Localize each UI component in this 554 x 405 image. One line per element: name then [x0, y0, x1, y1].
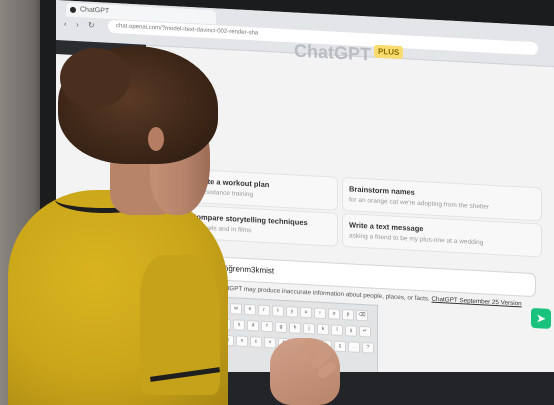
- keyboard-key[interactable]: r: [258, 304, 270, 317]
- keyboard-key[interactable]: ç: [334, 340, 346, 353]
- keyboard-key[interactable]: o: [328, 308, 340, 320]
- keyboard-key[interactable]: j: [303, 322, 315, 335]
- keyboard-key[interactable]: ⌫: [356, 309, 368, 322]
- keyboard-key[interactable]: .: [348, 341, 360, 353]
- back-arrow-icon[interactable]: ‹: [64, 19, 67, 28]
- keyboard-key[interactable]: w: [230, 303, 242, 315]
- plus-badge: PLUS: [374, 44, 404, 60]
- keyboard-key[interactable]: ı: [314, 307, 326, 320]
- keyboard-key[interactable]: ↵: [359, 325, 371, 338]
- tab-title: ChatGPT: [80, 6, 110, 15]
- keyboard-key[interactable]: c: [250, 336, 262, 348]
- suggestion-subtitle: for an orange cat we're adopting from th…: [349, 196, 489, 211]
- send-button[interactable]: ➤: [531, 307, 551, 329]
- keyboard-key[interactable]: x: [236, 335, 248, 348]
- keyboard-key[interactable]: v: [264, 336, 276, 349]
- keyboard-key[interactable]: u: [300, 306, 312, 319]
- keyboard-key[interactable]: ş: [345, 325, 357, 337]
- suggestion-title: Brainstorm names: [349, 184, 415, 197]
- reload-icon[interactable]: ↻: [88, 21, 95, 30]
- suggestion-subtitle: asking a friend to be my plus-one at a w…: [349, 232, 484, 247]
- keyboard-key[interactable]: s: [233, 319, 245, 331]
- keyboard-key[interactable]: y: [286, 306, 298, 318]
- keyboard-key[interactable]: h: [289, 322, 301, 334]
- keyboard-key[interactable]: g: [275, 321, 287, 334]
- forward-arrow-icon[interactable]: ›: [76, 20, 79, 29]
- ear: [148, 127, 164, 151]
- openai-icon: [70, 6, 76, 14]
- keyboard-key[interactable]: e: [244, 303, 256, 316]
- keyboard-key[interactable]: k: [317, 323, 329, 336]
- hair-bun: [60, 48, 130, 108]
- page-title: ChatGPT: [294, 40, 372, 65]
- keyboard-key[interactable]: ?: [362, 342, 374, 354]
- keyboard-key[interactable]: f: [261, 320, 273, 333]
- keyboard-key[interactable]: d: [247, 320, 259, 332]
- send-arrow-icon: ➤: [535, 311, 547, 326]
- suggestion-title: Write a text message: [349, 220, 424, 234]
- keyboard-key[interactable]: p: [342, 308, 354, 321]
- display-bottom-bezel: [210, 372, 554, 405]
- keyboard-key[interactable]: t: [272, 305, 284, 317]
- keyboard-key[interactable]: l: [331, 324, 343, 337]
- version-link[interactable]: ChatGPT September 25 Version: [432, 296, 522, 308]
